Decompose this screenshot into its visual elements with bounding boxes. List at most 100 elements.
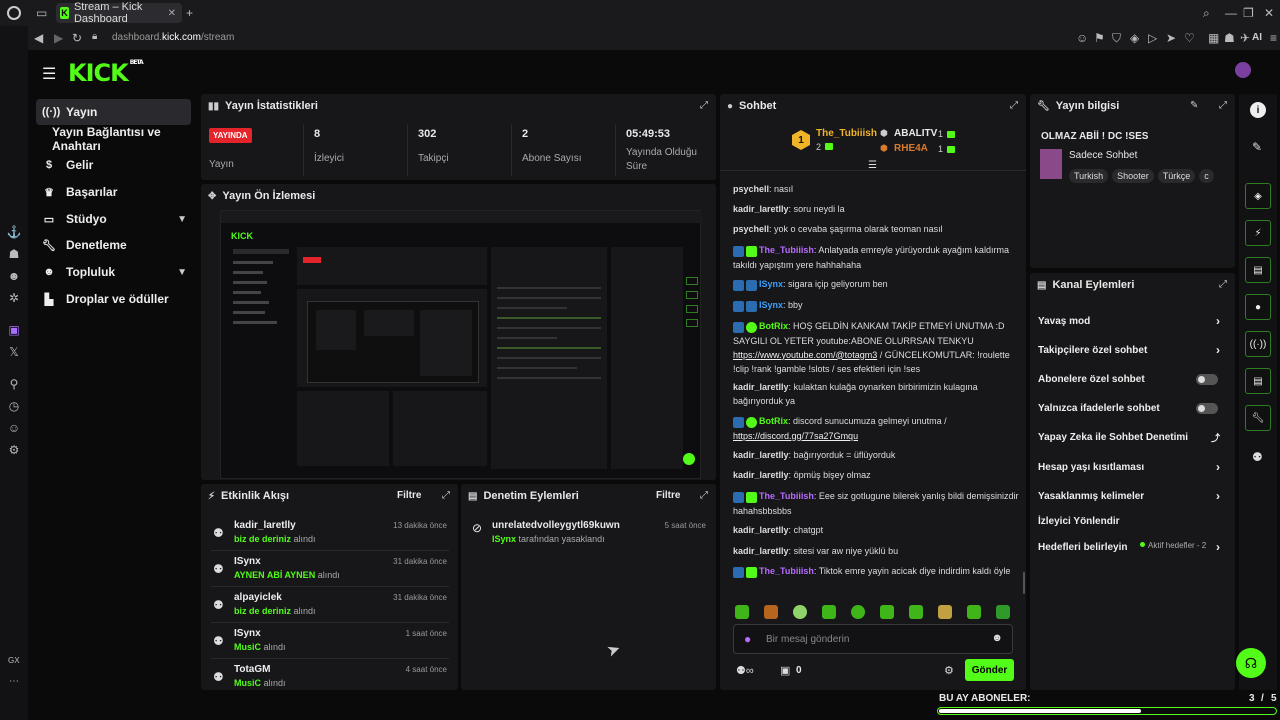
chat-link[interactable]: https://www.youtube.com/@totagm3: [733, 350, 877, 360]
back-icon[interactable]: ◀: [34, 31, 43, 45]
emote-icon[interactable]: [735, 605, 749, 619]
heart-icon[interactable]: ♡: [1184, 31, 1195, 45]
send-icon[interactable]: ➤: [1166, 31, 1176, 45]
ext-icon-2[interactable]: ⚑: [1094, 31, 1105, 45]
search-icon[interactable]: ⌕: [1203, 6, 1210, 21]
reload-icon[interactable]: ↻: [72, 31, 82, 45]
users-icon[interactable]: ⚉: [1252, 450, 1263, 464]
preview-video[interactable]: KICK: [220, 210, 702, 479]
sidebar-app-icon-1[interactable]: ⚓: [6, 224, 22, 240]
stats-widget-button[interactable]: ◈: [1245, 183, 1271, 209]
expand-icon[interactable]: ⤢: [700, 490, 708, 501]
tag[interactable]: Turkish: [1069, 169, 1109, 183]
moderation-widget-button[interactable]: ▤: [1245, 257, 1271, 283]
menu-icon[interactable]: ≡: [1270, 31, 1277, 45]
leader-first-name[interactable]: The_Tubiiish: [816, 128, 877, 139]
emoji-icon[interactable]: ☻: [991, 632, 1003, 644]
sidebar-item-topluluk[interactable]: ☻ Topluluk ▼: [36, 259, 191, 285]
action-ai-moderation[interactable]: Yapay Zeka ile Sohbet Denetimi ⤴: [1030, 424, 1230, 450]
activity-user[interactable]: kadir_laretlly: [234, 520, 296, 531]
maximize-icon[interactable]: ❐: [1243, 6, 1254, 20]
emote-icon[interactable]: [851, 605, 865, 619]
sidebar-item-gelir[interactable]: $ Gelir: [36, 152, 191, 178]
ext-icon-3[interactable]: ⛉: [1112, 31, 1121, 46]
expand-icon[interactable]: ⤢: [1219, 100, 1227, 111]
ext-icon-6[interactable]: ✈: [1240, 31, 1250, 45]
sidebar-app-icon-2[interactable]: ☗: [6, 246, 22, 262]
expand-icon[interactable]: ⤢: [1010, 100, 1018, 111]
x-icon[interactable]: 𝕏: [6, 344, 22, 360]
expand-icon[interactable]: ⤢: [700, 100, 708, 111]
ext-icon-1[interactable]: ☺: [1076, 31, 1088, 45]
chat-username[interactable]: ISynx: [759, 300, 783, 310]
settings-icon[interactable]: ⚙: [6, 442, 22, 458]
chat-username[interactable]: The_Tubiiish: [759, 566, 814, 576]
tools-widget-button[interactable]: 🔧︎: [1245, 405, 1271, 431]
history-icon[interactable]: ◷: [6, 398, 22, 414]
chat-username[interactable]: The_Tubiiish: [759, 245, 814, 255]
shield-icon[interactable]: ◈: [1130, 31, 1139, 45]
stream-category[interactable]: Sadece Sohbet: [1069, 150, 1137, 161]
chat-username[interactable]: ISynx: [759, 279, 783, 289]
new-tab-icon[interactable]: +: [186, 6, 193, 20]
chat-username[interactable]: BotRix: [759, 321, 788, 331]
twitch-icon[interactable]: ▣: [6, 322, 22, 338]
sidebar-app-icon-5[interactable]: ⚲: [6, 376, 22, 392]
activity-user[interactable]: ISynx: [234, 556, 261, 567]
chat-link[interactable]: https://discord.gg/77sa27Gmqu: [733, 431, 858, 441]
tab-overview-icon[interactable]: ▭: [36, 6, 47, 20]
expand-icon[interactable]: ⤢: [442, 490, 450, 501]
tag[interactable]: c: [1199, 169, 1214, 183]
chat-username[interactable]: psychell: [733, 224, 769, 234]
action-account-age[interactable]: Hesap yaşı kısıtlaması ›: [1030, 454, 1230, 480]
chat-username[interactable]: kadir_laretlly: [733, 525, 789, 535]
emote-icon[interactable]: [938, 605, 952, 619]
emote-icon[interactable]: [764, 605, 778, 619]
ext-icon-4[interactable]: ▦: [1208, 31, 1219, 45]
chat-username[interactable]: psychell: [733, 184, 769, 194]
sidebar-app-icon-6[interactable]: ☺: [6, 420, 22, 436]
leader-second-name[interactable]: ABALITV: [894, 128, 937, 139]
emote-only-toggle[interactable]: [1196, 402, 1218, 414]
edit-icon[interactable]: ✎: [1190, 100, 1198, 111]
sidebar-item-droplar[interactable]: ▙ Droplar ve ödüller: [36, 286, 191, 312]
channel-widget-button[interactable]: ▤: [1245, 368, 1271, 394]
activity-user[interactable]: TotaGM: [234, 664, 270, 675]
chat-username[interactable]: kadir_laretlly: [733, 450, 789, 460]
sidebar-item-stream-key[interactable]: Yayın Bağlantısı ve Anahtarı: [36, 125, 201, 153]
url-field[interactable]: dashboard.kick.com/stream: [112, 32, 234, 43]
ext-icon-5[interactable]: ☗: [1224, 31, 1235, 45]
moderation-user[interactable]: unrelatedvolleygytl69kuwn: [492, 520, 620, 531]
sidebar-item-yayin[interactable]: ((·)) Yayın: [36, 99, 191, 125]
chat-username[interactable]: BotRix: [759, 416, 788, 426]
action-banned-words[interactable]: Yasaklanmış kelimeler ›: [1030, 483, 1230, 509]
sidebar-item-denetleme[interactable]: 🔧︎ Denetleme: [36, 232, 191, 258]
expand-icon[interactable]: ⤢: [1219, 279, 1227, 290]
opera-logo-icon[interactable]: [7, 6, 21, 20]
emote-icon[interactable]: [793, 605, 807, 619]
broadcast-widget-button[interactable]: ((·)): [1245, 331, 1271, 357]
filter-button[interactable]: Filtre: [397, 490, 421, 501]
info-icon[interactable]: i: [1250, 102, 1266, 118]
close-window-icon[interactable]: ✕: [1264, 6, 1274, 20]
sidebar-item-studyo[interactable]: ▭ Stüdyo ▼: [36, 206, 191, 232]
action-goals[interactable]: Hedefleri belirleyin Aktif hedefler - 2 ›: [1030, 534, 1230, 560]
chat-widget-button[interactable]: ●: [1245, 294, 1271, 320]
pencil-icon[interactable]: ✎: [1252, 140, 1262, 154]
hamburger-menu-icon[interactable]: ☰: [42, 64, 56, 84]
gear-icon[interactable]: ⚙: [944, 664, 954, 677]
activity-user[interactable]: alpayiclek: [234, 592, 282, 603]
emote-icon[interactable]: [909, 605, 923, 619]
kick-logo[interactable]: KICK BETA: [68, 59, 144, 87]
emote-icon[interactable]: [967, 605, 981, 619]
emote-icon[interactable]: [996, 605, 1010, 619]
microphone-icon[interactable]: ●: [744, 632, 751, 646]
more-icon[interactable]: ⋯: [9, 676, 19, 687]
sidebar-item-basarilar[interactable]: ♛ Başarılar: [36, 179, 191, 205]
tag[interactable]: Türkçe: [1157, 169, 1196, 183]
action-slow-mode[interactable]: Yavaş mod ›: [1030, 308, 1230, 334]
activity-widget-button[interactable]: ⚡︎: [1245, 220, 1271, 246]
emote-icon[interactable]: [822, 605, 836, 619]
chat-username[interactable]: kadir_laretlly: [733, 204, 789, 214]
minimize-icon[interactable]: —: [1225, 6, 1237, 20]
